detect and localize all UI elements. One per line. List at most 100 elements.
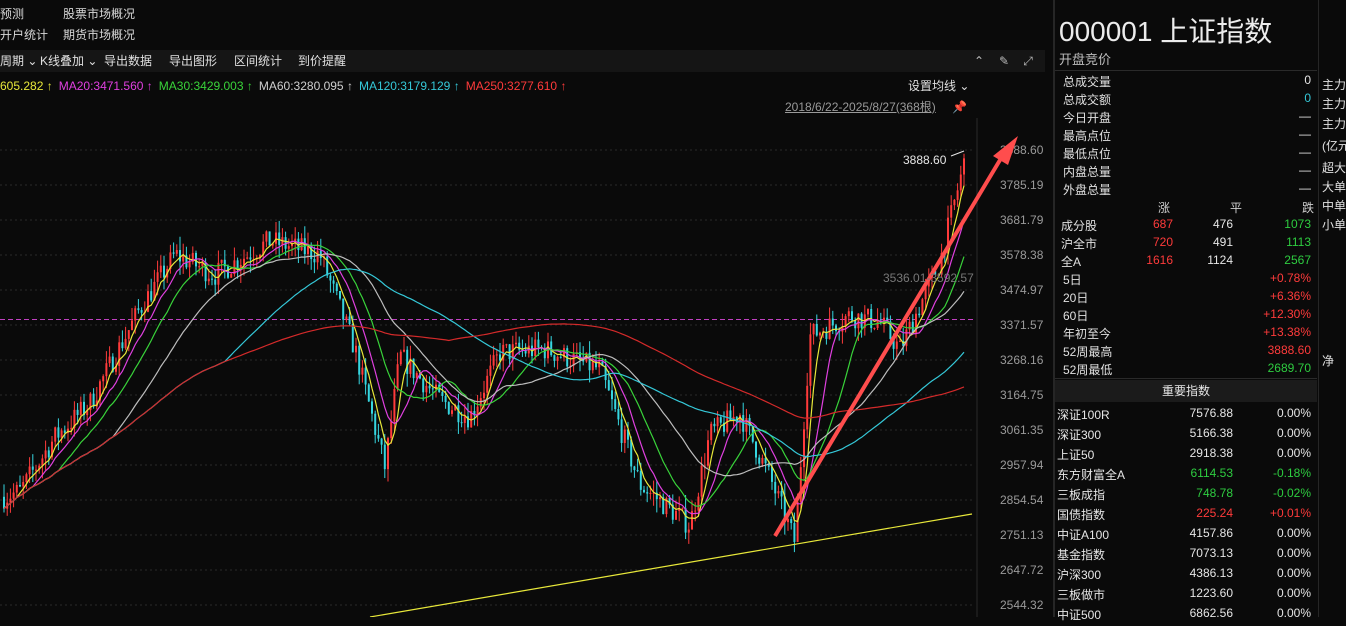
export-data-button[interactable]: 导出数据 <box>104 50 152 72</box>
candle-body <box>639 471 642 490</box>
candle-body <box>515 342 517 345</box>
candle-body <box>959 174 962 191</box>
candle-body <box>918 313 921 316</box>
period-value: +0.78% <box>1269 271 1311 285</box>
candle-body <box>895 341 898 349</box>
candle-body <box>505 344 508 346</box>
index-row[interactable]: 东方财富全A 6114.53 -0.18% <box>1055 466 1317 486</box>
candle-body <box>390 421 393 439</box>
candle-body <box>707 440 709 466</box>
candle-body <box>150 291 153 301</box>
index-change: 0.00% <box>1276 566 1311 580</box>
index-row[interactable]: 沪深300 4386.13 0.00% <box>1055 566 1317 586</box>
candle-body <box>611 390 613 400</box>
candle-body <box>495 354 498 356</box>
brush-icon[interactable]: ✎ <box>997 54 1011 68</box>
candle-body <box>659 497 661 500</box>
index-value: 1223.60 <box>1189 586 1233 600</box>
candle-body <box>633 466 636 471</box>
price-alert-button[interactable]: 到价提醒 <box>298 50 346 72</box>
ma20-line <box>3 220 965 515</box>
candle-body <box>876 321 879 328</box>
index-row[interactable]: 上证50 2918.38 0.00% <box>1055 446 1317 466</box>
index-change: +0.01% <box>1269 506 1311 520</box>
breadth-header-down: 跌 <box>1302 201 1315 215</box>
candle-body <box>351 324 354 353</box>
stat-label: 内盘总量 <box>1063 165 1112 179</box>
breadth-header-up: 涨 <box>1158 201 1171 215</box>
candle-body <box>211 278 213 280</box>
ma-legend-item: MA120:3179.129 ↑ <box>358 79 460 93</box>
period-value: 3888.60 <box>1267 343 1311 357</box>
candle-body <box>393 389 396 422</box>
index-row[interactable]: 国债指数 225.24 +0.01% <box>1055 506 1317 526</box>
index-value: 748.78 <box>1196 486 1233 500</box>
kline-chart[interactable]: 3888.60 3785.19 3681.79 3578.38 3474.97 3371.… <box>0 118 1045 617</box>
high-price-label: 3888.60 <box>903 153 947 167</box>
index-row[interactable]: 深证300 5166.38 0.00% <box>1055 426 1317 446</box>
candle-body <box>124 338 127 349</box>
breadth-flat: 491 <box>1212 235 1233 249</box>
candle-body <box>134 308 137 321</box>
candle-body <box>105 363 108 377</box>
candle-body <box>246 257 249 259</box>
candle-body <box>447 402 450 414</box>
breadth-down: 2567 <box>1284 253 1311 267</box>
candle-body <box>278 232 281 245</box>
stat-value: 0 <box>1304 91 1311 105</box>
candle-body <box>451 410 453 414</box>
index-row[interactable]: 三板做市 1223.60 0.00% <box>1055 586 1317 606</box>
candle-body <box>847 311 850 317</box>
candle-body <box>396 364 399 390</box>
stock-subtitle: 开盘竞价 <box>1059 52 1112 67</box>
candle-body <box>425 385 428 393</box>
index-name: 沪深300 <box>1057 568 1102 582</box>
breadth-down: 1073 <box>1284 217 1311 231</box>
index-value: 7576.88 <box>1189 406 1233 420</box>
menu-forecast[interactable]: 预测 <box>0 4 24 24</box>
candle-body <box>492 355 495 366</box>
candle-body <box>76 409 79 415</box>
candle-body <box>172 252 175 254</box>
y-tick-label: 3578.38 <box>1000 248 1044 262</box>
index-row[interactable]: 中证A100 4157.86 0.00% <box>1055 526 1317 546</box>
candle-body <box>383 444 386 470</box>
candle-body <box>15 484 18 493</box>
candle-body <box>374 413 377 435</box>
breadth-flat: 1124 <box>1207 253 1233 267</box>
menu-futures-market-overview[interactable]: 期货市场概况 <box>63 25 135 45</box>
index-row[interactable]: 中证500 6862.56 0.00% <box>1055 606 1317 626</box>
index-name: 国债指数 <box>1057 508 1106 522</box>
expand-icon[interactable]: ⤢ <box>1021 54 1035 68</box>
candle-body <box>953 199 956 206</box>
index-value: 6114.53 <box>1190 466 1234 480</box>
menu-account-stats[interactable]: 开户统计 <box>0 25 48 45</box>
breadth-up: 720 <box>1152 235 1173 249</box>
circle-chevron-icon[interactable]: ⌃ <box>972 54 986 68</box>
candle-body <box>835 325 837 332</box>
index-value: 4157.86 <box>1189 526 1233 540</box>
ma-settings-dropdown[interactable]: 设置均线 ⌄ <box>908 76 969 96</box>
candle-body <box>710 423 713 441</box>
index-row[interactable]: 基金指数 7073.13 0.00% <box>1055 546 1317 566</box>
candle-body <box>214 279 217 285</box>
index-name: 三板成指 <box>1057 488 1106 502</box>
kline-overlay-dropdown[interactable]: K线叠加 ⌄ <box>40 50 97 72</box>
export-image-button[interactable]: 导出图形 <box>169 50 217 72</box>
range-stats-button[interactable]: 区间统计 <box>234 50 282 72</box>
index-value: 4386.13 <box>1189 566 1233 580</box>
stat-label: 最高点位 <box>1063 129 1112 143</box>
candle-body <box>198 266 201 268</box>
menu-stock-market-overview[interactable]: 股票市场概况 <box>63 4 135 24</box>
period-value: 2689.70 <box>1267 361 1311 375</box>
period-dropdown[interactable]: 周期 ⌄ <box>0 50 37 72</box>
stat-label: 外盘总量 <box>1063 183 1112 197</box>
pin-icon[interactable]: 📌 <box>952 98 967 116</box>
candle-body <box>831 318 834 326</box>
index-row[interactable]: 深证100R 7576.88 0.00% <box>1055 406 1317 426</box>
breadth-down: 1113 <box>1286 235 1311 249</box>
candle-body <box>364 367 367 385</box>
index-name: 中证A100 <box>1057 528 1110 542</box>
candle-body <box>220 259 223 263</box>
index-row[interactable]: 三板成指 748.78 -0.02% <box>1055 486 1317 506</box>
